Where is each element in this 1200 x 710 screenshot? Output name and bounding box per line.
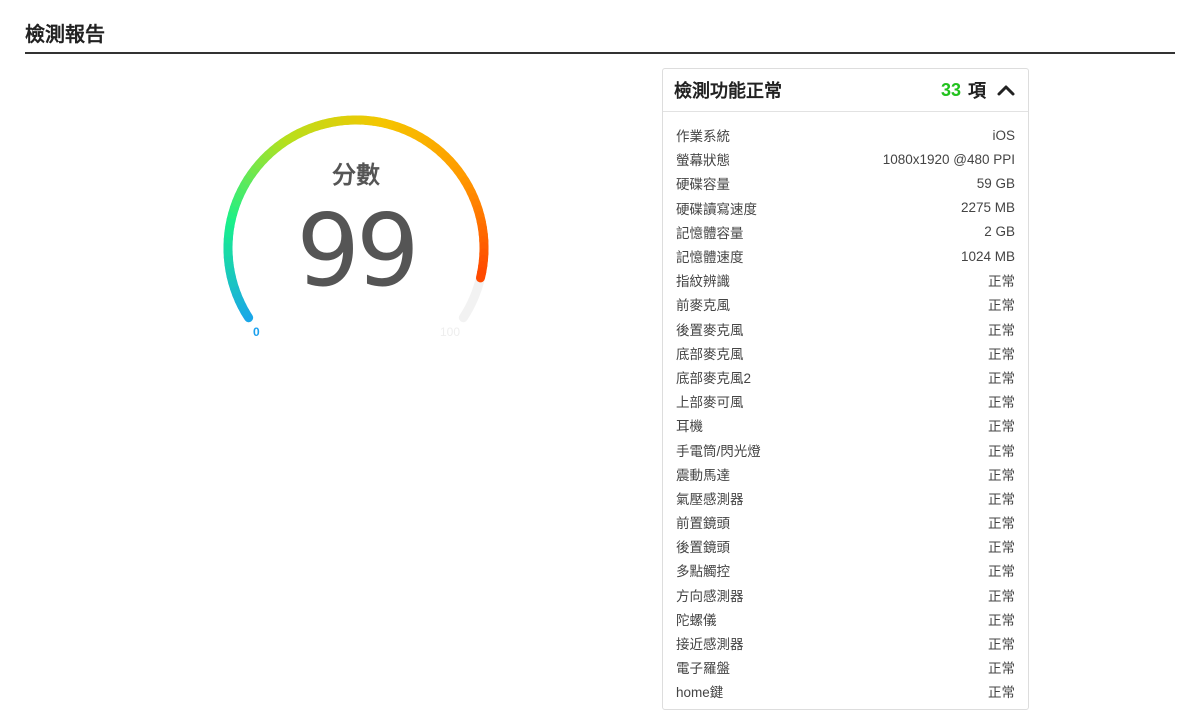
page-title: 檢測報告: [25, 18, 105, 47]
item-value: 正常: [988, 343, 1015, 363]
list-item: 電子羅盤 正常: [663, 655, 1028, 679]
list-item: 手電筒/閃光燈 正常: [663, 437, 1028, 461]
item-label: 螢幕狀態: [676, 149, 730, 169]
item-value: 59 GB: [977, 176, 1015, 191]
item-label: 記憶體速度: [676, 246, 744, 266]
list-item: 後置鏡頭 正常: [663, 534, 1028, 558]
item-value: 正常: [988, 440, 1015, 460]
results-list: 作業系統iOS螢幕狀態1080x1920 @480 PPI硬碟容量59 GB硬碟…: [663, 112, 1028, 704]
item-label: 電子羅盤: [676, 657, 730, 677]
item-label: 後置鏡頭: [676, 536, 730, 556]
panel-header[interactable]: 檢測功能正常 33 項: [663, 69, 1028, 112]
item-label: 硬碟讀寫速度: [676, 198, 757, 218]
item-value: 1024 MB: [961, 249, 1015, 264]
score-gauge: 分數 99 0 100: [196, 100, 516, 350]
item-value: 1080x1920 @480 PPI: [883, 152, 1015, 167]
list-item: 記憶體容量 2 GB: [663, 220, 1028, 244]
item-label: 氣壓感測器: [676, 488, 744, 508]
item-label: 多點觸控: [676, 560, 730, 580]
item-label: 耳機: [676, 415, 703, 435]
item-label: 方向感測器: [676, 585, 744, 605]
list-item: 前置鏡頭 正常: [663, 510, 1028, 534]
item-value: 正常: [988, 270, 1015, 290]
item-value: 正常: [988, 536, 1015, 556]
list-item: 接近感測器 正常: [663, 631, 1028, 655]
item-label: 後置麥克風: [676, 319, 744, 339]
item-label: home鍵: [676, 681, 723, 701]
item-value: 2 GB: [984, 224, 1015, 239]
list-item: 硬碟讀寫速度 2275 MB: [663, 196, 1028, 220]
list-item: 底部麥克風2 正常: [663, 365, 1028, 389]
item-label: 作業系統: [676, 125, 730, 145]
list-item: 方向感測器 正常: [663, 583, 1028, 607]
item-value: 正常: [988, 464, 1015, 484]
item-label: 上部麥可風: [676, 391, 744, 411]
pass-count: 33: [941, 80, 961, 101]
item-value: 正常: [988, 294, 1015, 314]
count-unit: 項: [968, 77, 986, 103]
item-value: 正常: [988, 585, 1015, 605]
item-value: 正常: [988, 415, 1015, 435]
item-label: 手電筒/閃光燈: [676, 440, 761, 460]
item-value: 正常: [988, 319, 1015, 339]
score-value: 99: [196, 192, 516, 309]
item-value: 正常: [988, 633, 1015, 653]
item-label: 前置鏡頭: [676, 512, 730, 532]
list-item: 前麥克風 正常: [663, 292, 1028, 316]
list-item: 震動馬達 正常: [663, 462, 1028, 486]
list-item: 螢幕狀態 1080x1920 @480 PPI: [663, 147, 1028, 171]
list-item: 後置麥克風 正常: [663, 317, 1028, 341]
list-item: home鍵 正常: [663, 679, 1028, 703]
item-value: iOS: [992, 128, 1015, 143]
gauge-min-label: 0: [253, 325, 260, 339]
title-divider: [25, 52, 1175, 54]
item-value: 正常: [988, 367, 1015, 387]
item-value: 正常: [988, 512, 1015, 532]
list-item: 硬碟容量 59 GB: [663, 171, 1028, 195]
item-value: 正常: [988, 560, 1015, 580]
item-value: 正常: [988, 681, 1015, 701]
item-label: 底部麥克風: [676, 343, 744, 363]
item-value: 正常: [988, 657, 1015, 677]
item-label: 記憶體容量: [676, 222, 744, 242]
list-item: 作業系統 iOS: [663, 123, 1028, 147]
list-item: 底部麥克風 正常: [663, 341, 1028, 365]
item-value: 2275 MB: [961, 200, 1015, 215]
item-label: 底部麥克風2: [676, 367, 751, 387]
item-label: 指紋辨識: [676, 270, 730, 290]
item-label: 前麥克風: [676, 294, 730, 314]
list-item: 氣壓感測器 正常: [663, 486, 1028, 510]
list-item: 耳機 正常: [663, 413, 1028, 437]
list-item: 多點觸控 正常: [663, 558, 1028, 582]
list-item: 記憶體速度 1024 MB: [663, 244, 1028, 268]
chevron-up-icon[interactable]: [996, 82, 1016, 98]
score-label: 分數: [196, 155, 516, 190]
item-label: 陀螺儀: [676, 609, 717, 629]
item-label: 接近感測器: [676, 633, 744, 653]
list-item: 指紋辨識 正常: [663, 268, 1028, 292]
panel-title: 檢測功能正常: [674, 77, 941, 103]
item-value: 正常: [988, 609, 1015, 629]
item-label: 硬碟容量: [676, 173, 730, 193]
item-value: 正常: [988, 488, 1015, 508]
gauge-max-label: 100: [440, 325, 460, 339]
item-value: 正常: [988, 391, 1015, 411]
item-label: 震動馬達: [676, 464, 730, 484]
list-item: 上部麥可風 正常: [663, 389, 1028, 413]
check-results-panel: 檢測功能正常 33 項 作業系統 iOS 螢幕狀態 1080x1920 @480 PP…: [662, 68, 1029, 710]
list-item: 陀螺儀 正常: [663, 607, 1028, 631]
